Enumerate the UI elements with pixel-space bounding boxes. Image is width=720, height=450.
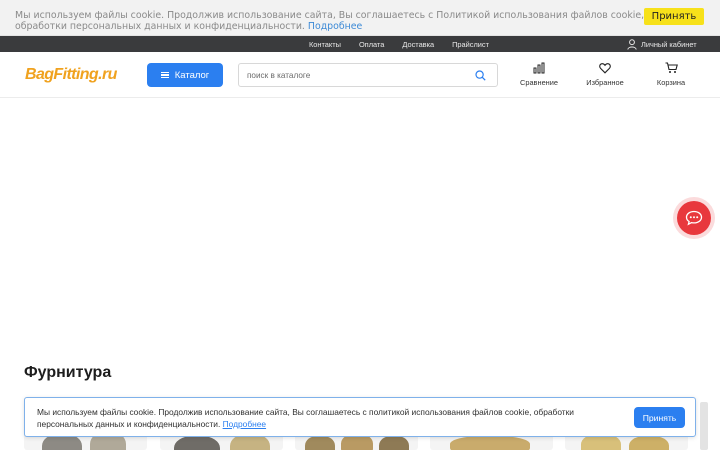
- top-bar: Контакты Оплата Доставка Прайслист Личны…: [0, 36, 720, 52]
- account-link[interactable]: Личный кабинет: [627, 38, 697, 50]
- search-icon[interactable]: [475, 70, 486, 81]
- favorites-link[interactable]: Избранное: [575, 62, 635, 87]
- cart-link[interactable]: Корзина: [641, 62, 701, 87]
- cookie-banner-top: Мы используем файлы cookie. Продолжив ис…: [0, 0, 720, 36]
- cookie-accept-button-bottom[interactable]: Принять: [634, 407, 685, 428]
- catalog-label: Каталог: [174, 69, 210, 81]
- top-nav-pricelist[interactable]: Прайслист: [452, 40, 489, 49]
- top-nav-delivery[interactable]: Доставка: [402, 40, 434, 49]
- chat-icon: [685, 210, 703, 226]
- account-label: Личный кабинет: [641, 39, 697, 49]
- search-box: [238, 63, 498, 87]
- cookie-banner-bottom: Мы используем файлы cookie. Продолжив ис…: [24, 397, 696, 437]
- carousel-scrollbar[interactable]: [700, 402, 708, 450]
- cart-label: Корзина: [656, 78, 686, 87]
- favorites-label: Избранное: [586, 78, 624, 87]
- catalog-button[interactable]: Каталог: [147, 63, 223, 87]
- compare-label: Сравнение: [520, 78, 558, 87]
- compare-link[interactable]: Сравнение: [509, 62, 569, 87]
- cookie-more-link[interactable]: Подробнее: [223, 419, 266, 429]
- chat-button[interactable]: [677, 201, 711, 235]
- compare-icon: [533, 62, 545, 74]
- site-header: BagFitting.ru Каталог Сравнение Избранно…: [0, 52, 720, 98]
- cookie-banner-top-text: Мы используем файлы cookie. Продолжив ис…: [15, 10, 645, 32]
- menu-icon: [160, 70, 169, 80]
- cart-icon: [665, 62, 678, 73]
- cookie-text: Мы используем файлы cookie. Продолжив ис…: [37, 407, 574, 429]
- heart-icon: [599, 63, 611, 74]
- search-input[interactable]: [247, 68, 472, 83]
- section-title: Фурнитура: [24, 364, 112, 381]
- site-logo[interactable]: BagFitting.ru: [25, 66, 117, 84]
- top-nav: Контакты Оплата Доставка Прайслист: [300, 36, 498, 52]
- cookie-accept-button-top[interactable]: Принять: [644, 8, 704, 25]
- top-nav-contacts[interactable]: Контакты: [309, 40, 341, 49]
- user-icon: [627, 38, 637, 50]
- cookie-banner-bottom-text: Мы используем файлы cookie. Продолжив ис…: [37, 406, 622, 430]
- cookie-more-link[interactable]: Подробнее: [308, 21, 362, 32]
- top-nav-payment[interactable]: Оплата: [359, 40, 384, 49]
